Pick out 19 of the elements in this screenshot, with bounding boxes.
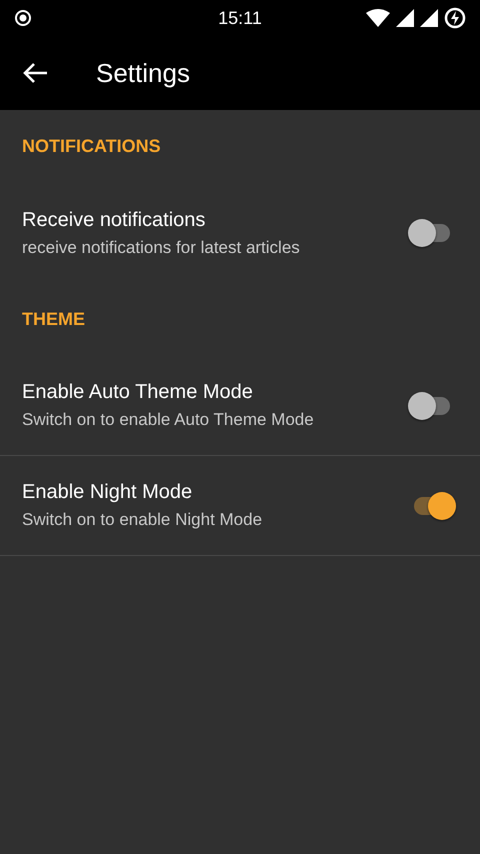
settings-row[interactable]: Enable Night Mode Switch on to enable Night Mode xyxy=(0,456,480,556)
clock-time: 15:11 xyxy=(218,8,262,28)
screen-title: Settings xyxy=(96,58,190,88)
signal-icon xyxy=(420,9,438,27)
section-header: NOTIFICATIONS xyxy=(22,136,161,157)
settings-row[interactable]: Enable Auto Theme Mode Switch on to enable Auto Theme Mode xyxy=(0,356,480,456)
signal-icon xyxy=(396,9,414,27)
settings-row[interactable]: Receive notifications receive notifications for latest articles xyxy=(0,183,480,283)
setting-summary: receive notifications for latest articles xyxy=(22,238,301,258)
back-arrow-icon[interactable] xyxy=(22,62,48,84)
setting-summary: Switch on to enable Auto Theme Mode xyxy=(22,410,315,430)
setting-summary: Switch on to enable Night Mode xyxy=(22,510,264,530)
setting-title: Enable Night Mode xyxy=(22,481,194,504)
setting-title: Enable Auto Theme Mode xyxy=(22,381,254,404)
wifi-icon xyxy=(366,9,390,27)
location-icon xyxy=(14,9,32,27)
section-header: THEME xyxy=(22,309,85,330)
charging-icon xyxy=(444,7,466,29)
setting-title: Receive notifications xyxy=(22,208,206,232)
